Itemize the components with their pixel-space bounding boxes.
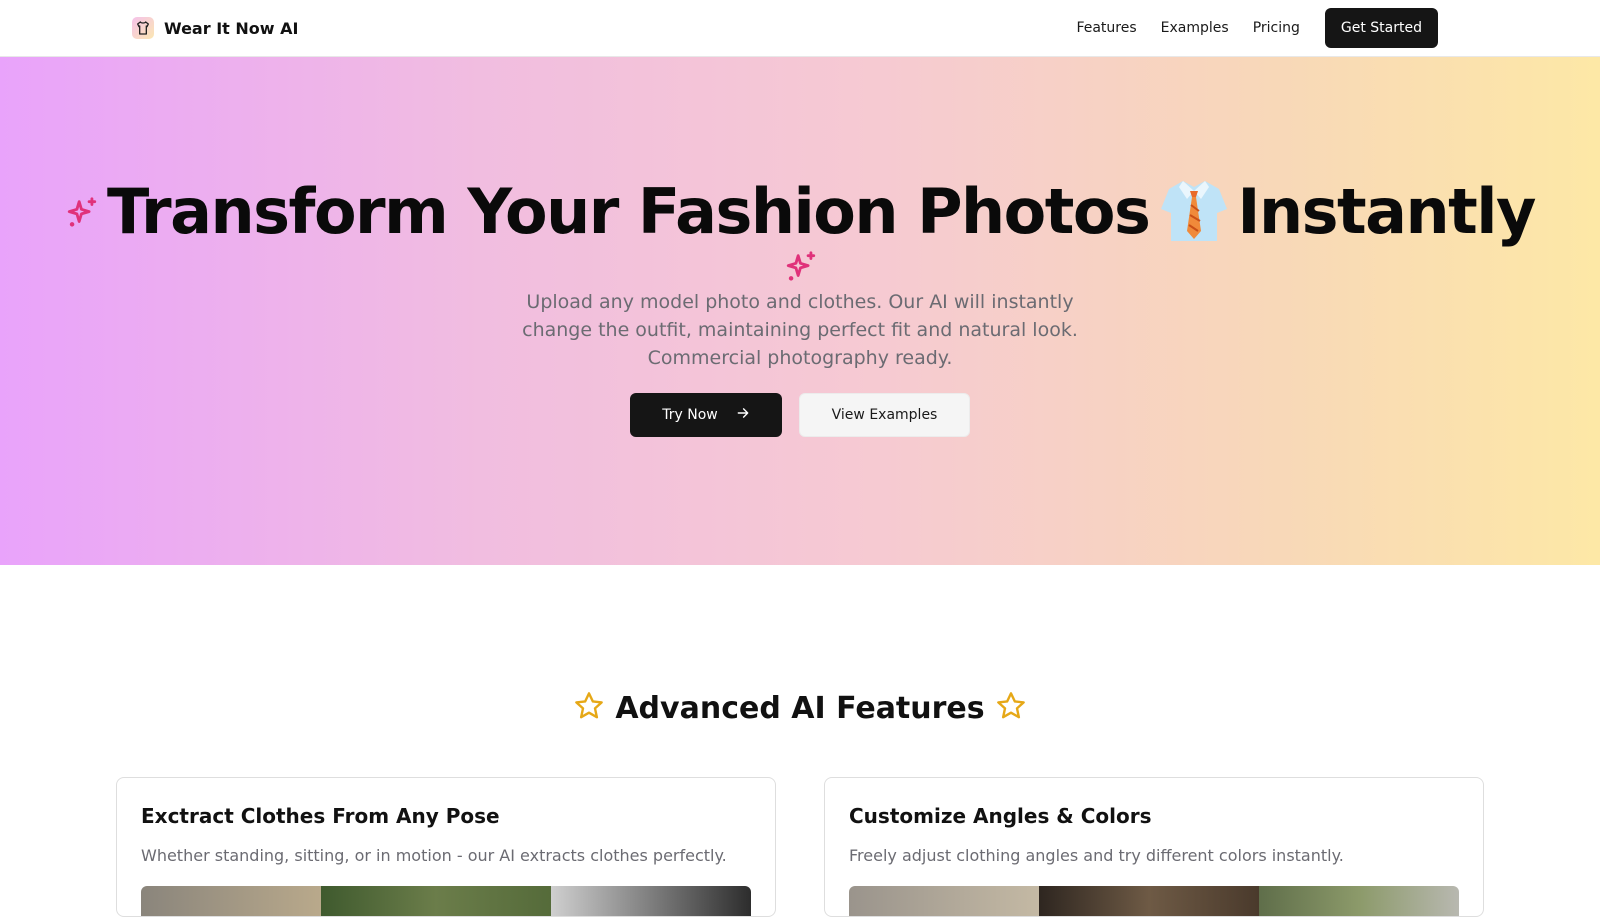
hero-section: Transform Your Fashion Photos Instantly … xyxy=(0,57,1600,565)
features-heading: Advanced AI Features xyxy=(615,690,985,726)
sparkles-icon xyxy=(784,250,818,288)
brand-name: Wear It Now AI xyxy=(164,18,299,38)
view-examples-button[interactable]: View Examples xyxy=(799,393,970,437)
feature-card-extract: Exctract Clothes From Any Pose Whether s… xyxy=(116,777,776,917)
feature-card-customize: Customize Angles & Colors Freely adjust … xyxy=(824,777,1484,917)
feature-card-description: Whether standing, sitting, or in motion … xyxy=(141,846,727,865)
sparkles-icon xyxy=(65,196,99,234)
nav-link-examples[interactable]: Examples xyxy=(1161,20,1229,36)
try-now-label: Try Now xyxy=(662,407,718,423)
feature-card-image xyxy=(849,886,1459,916)
shirt-tie-icon xyxy=(1161,179,1228,245)
brand[interactable]: Wear It Now AI xyxy=(132,17,298,39)
hero-title-row: Transform Your Fashion Photos Instantly xyxy=(0,175,1600,249)
feature-card-title: Exctract Clothes From Any Pose xyxy=(141,804,500,828)
hero-buttons: Try Now View Examples xyxy=(0,393,1600,437)
nav-link-features[interactable]: Features xyxy=(1076,20,1136,36)
nav-links: Features Examples Pricing Get Started xyxy=(1052,8,1438,48)
feature-card-title: Customize Angles & Colors xyxy=(849,804,1152,828)
nav-link-pricing[interactable]: Pricing xyxy=(1253,20,1300,36)
feature-card-description: Freely adjust clothing angles and try di… xyxy=(849,846,1344,865)
star-icon xyxy=(995,690,1027,726)
hero-title-part2: Instantly xyxy=(1237,175,1536,248)
features-heading-row: Advanced AI Features xyxy=(0,690,1600,726)
hero-subtitle: Upload any model photo and clothes. Our … xyxy=(522,291,1078,369)
arrow-right-icon xyxy=(736,406,750,424)
try-now-button[interactable]: Try Now xyxy=(630,393,782,437)
top-navbar: Wear It Now AI Features Examples Pricing… xyxy=(0,0,1600,57)
get-started-button[interactable]: Get Started xyxy=(1324,8,1438,48)
hero-title-part1: Transform Your Fashion Photos xyxy=(107,175,1151,248)
feature-card-image xyxy=(141,886,751,916)
star-icon xyxy=(573,690,605,726)
shirt-icon xyxy=(132,17,154,39)
